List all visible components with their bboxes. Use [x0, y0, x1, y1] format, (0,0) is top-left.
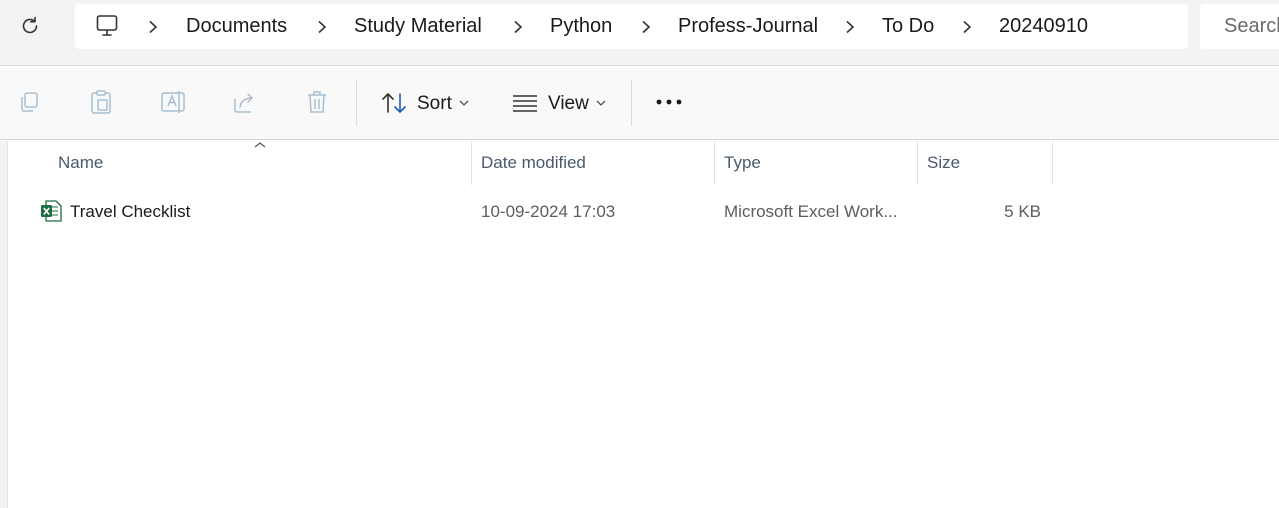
view-label: View [548, 93, 589, 114]
file-date-modified: 10-09-2024 17:03 [481, 202, 616, 221]
breadcrumb-python[interactable]: Python [550, 4, 612, 49]
refresh-button[interactable] [14, 10, 46, 42]
column-size-header[interactable]: Size [927, 141, 960, 185]
chevron-right-icon[interactable] [147, 20, 159, 34]
rename-button[interactable] [158, 87, 188, 117]
file-type: Microsoft Excel Work... [724, 202, 898, 221]
sort-icon [382, 93, 406, 113]
sort-label: Sort [417, 93, 452, 114]
chevron-right-icon[interactable] [316, 20, 328, 34]
view-button[interactable]: View [503, 67, 618, 140]
copy-button[interactable] [14, 87, 44, 117]
search-placeholder: Search [1224, 15, 1279, 37]
chevron-right-icon[interactable] [961, 20, 973, 34]
command-bar: Sort View [0, 67, 1279, 140]
sort-button[interactable]: Sort [370, 67, 485, 140]
refresh-icon [22, 16, 38, 34]
toolbar-separator [356, 80, 357, 126]
address-toolbar: Documents Study Material Python Profess-… [0, 0, 1279, 66]
column-date-header[interactable]: Date modified [481, 141, 586, 185]
file-name[interactable]: Travel Checklist [70, 190, 190, 234]
chevron-down-icon [459, 100, 469, 106]
paste-icon [91, 90, 111, 114]
toolbar-separator [631, 80, 632, 126]
pc-icon[interactable] [95, 14, 119, 38]
column-name-header[interactable]: Name [58, 141, 103, 185]
chevron-down-icon [596, 100, 606, 106]
breadcrumb-to-do[interactable]: To Do [882, 4, 934, 49]
column-type-header[interactable]: Type [724, 141, 761, 185]
view-icon [513, 95, 537, 112]
file-row[interactable]: Travel Checklist 10-09-2024 17:03 Micros… [8, 190, 1279, 234]
share-button[interactable] [230, 87, 260, 117]
breadcrumb-study-material[interactable]: Study Material [354, 4, 482, 49]
more-icon [656, 99, 682, 105]
delete-icon [308, 91, 326, 113]
column-divider[interactable] [714, 141, 715, 185]
sort-ascending-icon [254, 142, 266, 148]
breadcrumb-profess-journal[interactable]: Profess-Journal [678, 4, 818, 49]
delete-button[interactable] [302, 87, 332, 117]
file-size: 5 KB [1004, 202, 1041, 221]
more-options-button[interactable] [652, 87, 686, 117]
address-bar[interactable]: Documents Study Material Python Profess-… [75, 4, 1188, 49]
column-divider[interactable] [1052, 141, 1053, 185]
column-header-row: Name Date modified Type Size [8, 141, 1279, 185]
navigation-pane[interactable] [0, 141, 8, 508]
breadcrumb-current-folder[interactable]: 20240910 [999, 4, 1088, 49]
share-icon [234, 93, 253, 113]
chevron-right-icon[interactable] [640, 20, 652, 34]
rename-icon [161, 91, 185, 113]
chevron-right-icon[interactable] [844, 20, 856, 34]
breadcrumb-documents[interactable]: Documents [186, 4, 287, 49]
column-divider[interactable] [917, 141, 918, 185]
column-divider[interactable] [471, 141, 472, 185]
paste-button[interactable] [86, 87, 116, 117]
excel-file-icon [41, 200, 62, 222]
copy-icon [21, 92, 38, 112]
chevron-right-icon[interactable] [512, 20, 524, 34]
search-box[interactable]: Search [1200, 4, 1279, 49]
